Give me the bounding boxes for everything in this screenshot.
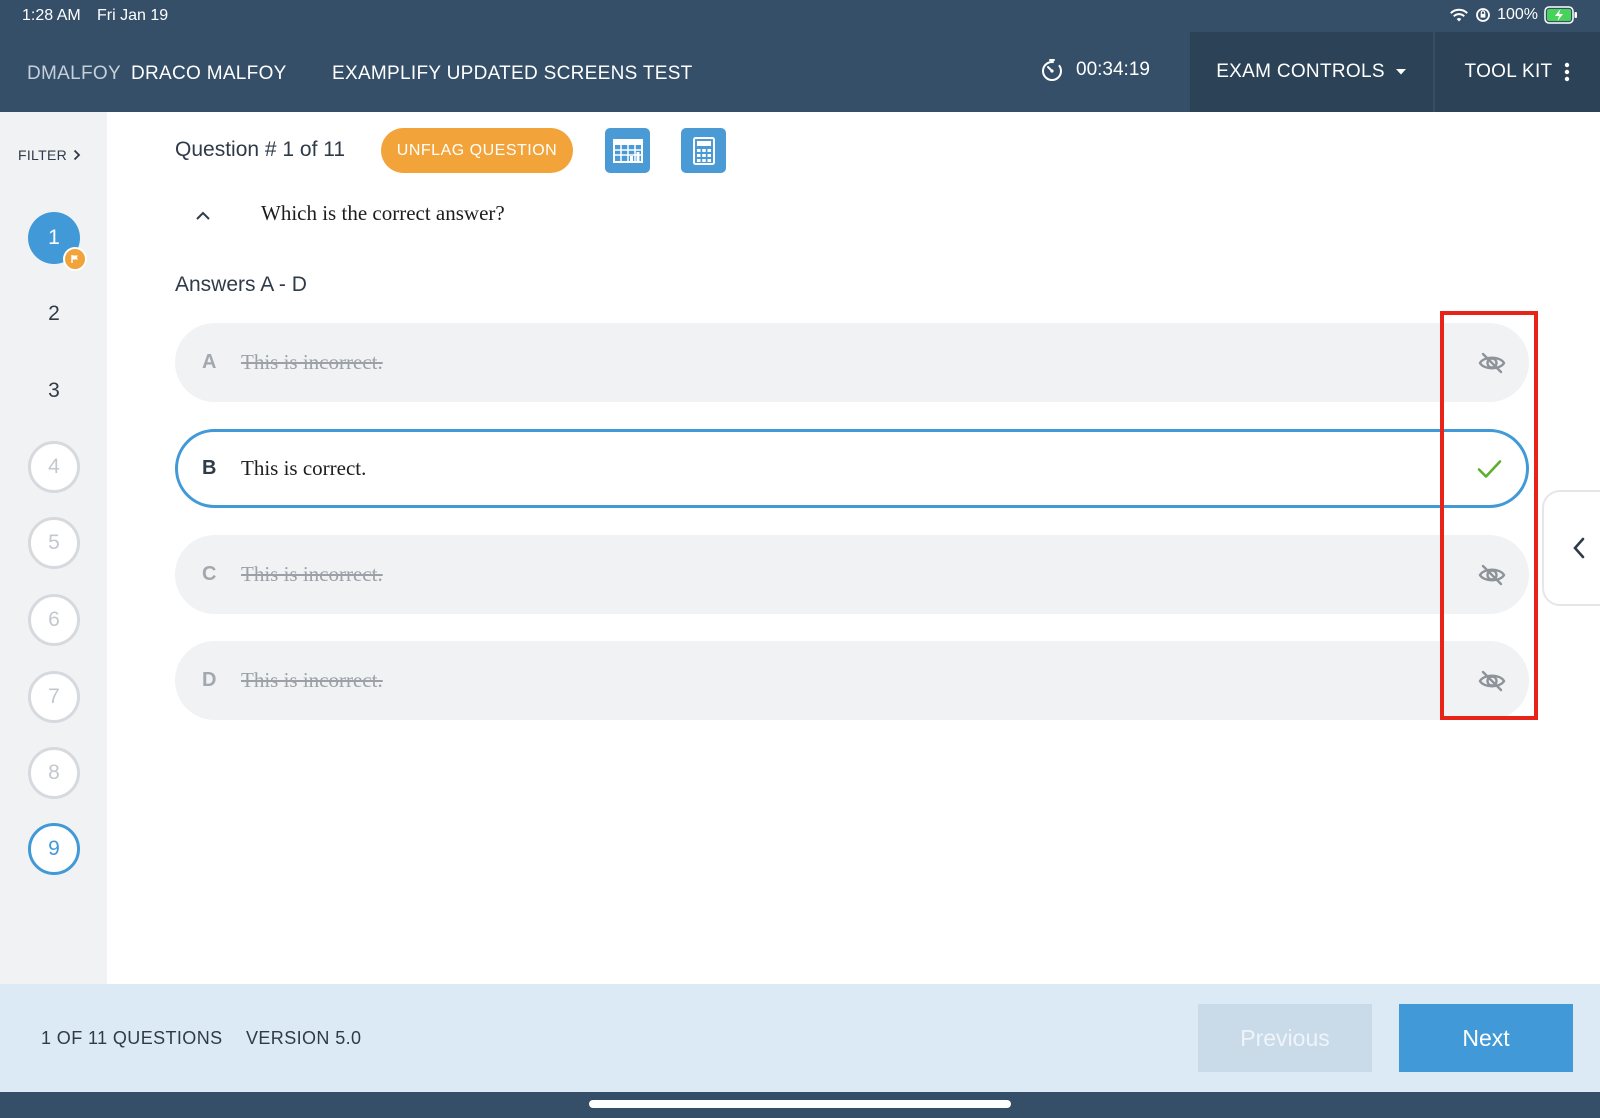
answer-letter: D — [202, 669, 217, 691]
wifi-icon — [1450, 8, 1468, 22]
spreadsheet-tool-button[interactable] — [605, 128, 650, 173]
exam-timer[interactable]: 00:34:19 — [1040, 58, 1150, 82]
answers-label: Answers A - D — [175, 273, 307, 296]
question-nav-number: 4 — [48, 455, 60, 478]
chevron-left-icon — [1573, 537, 1585, 559]
exam-title: EXAMPLIFY UPDATED SCREENS TEST — [332, 63, 693, 84]
question-text: Which is the correct answer? — [261, 201, 505, 225]
answer-text: This is incorrect. — [241, 350, 383, 374]
answer-option-a[interactable]: A This is incorrect. — [175, 323, 1529, 402]
orientation-lock-icon — [1476, 8, 1490, 22]
question-nav-5[interactable]: 5 — [28, 517, 80, 569]
question-nav-8[interactable]: 8 — [28, 747, 80, 799]
answer-option-d[interactable]: D This is incorrect. — [175, 641, 1529, 720]
flag-badge — [63, 247, 87, 271]
exam-controls-label: EXAM CONTROLS — [1216, 61, 1385, 82]
version-label: VERSION 5.0 — [246, 1028, 362, 1048]
question-nav-number: 1 — [48, 226, 60, 249]
user-id: DMALFOY — [27, 63, 121, 84]
chevron-up-icon[interactable] — [194, 209, 212, 223]
question-nav-sidebar: FILTER 1 2 3 4 5 6 7 8 9 — [0, 112, 107, 984]
question-count: 1 OF 11 QUESTIONS — [41, 1028, 223, 1048]
answer-letter: B — [202, 457, 217, 479]
filter-button[interactable]: FILTER — [18, 147, 81, 163]
question-nav-1[interactable]: 1 — [28, 212, 87, 271]
status-time: 1:28 AM — [22, 7, 81, 24]
status-indicators: 100% — [1449, 6, 1578, 24]
answer-letter: C — [202, 563, 217, 585]
toolkit-menu[interactable]: TOOL KIT — [1435, 32, 1600, 112]
question-nav-9[interactable]: 9 — [28, 823, 80, 875]
question-nav-4[interactable]: 4 — [28, 441, 80, 493]
caret-down-icon — [1395, 69, 1406, 75]
answer-text: This is correct. — [241, 456, 367, 480]
battery-charging-icon — [1544, 6, 1577, 24]
question-nav-number: 7 — [48, 685, 60, 708]
home-indicator[interactable] — [589, 1100, 1011, 1108]
eye-slash-icon[interactable] — [1477, 348, 1507, 378]
exam-header: DMALFOY DRACO MALFOY EXAMPLIFY UPDATED S… — [0, 32, 1600, 112]
side-panel-toggle[interactable] — [1542, 490, 1600, 606]
toolkit-label: TOOL KIT — [1464, 61, 1553, 82]
more-vertical-icon — [1565, 62, 1570, 82]
answer-text: This is incorrect. — [241, 668, 383, 692]
exam-controls-menu[interactable]: EXAM CONTROLS — [1190, 32, 1433, 112]
unflag-question-button[interactable]: UNFLAG QUESTION — [381, 128, 573, 173]
answer-letter: A — [202, 351, 217, 373]
answer-option-c[interactable]: C This is incorrect. — [175, 535, 1529, 614]
user-name: DRACO MALFOY — [131, 63, 287, 84]
status-date: Fri Jan 19 — [97, 7, 169, 24]
stopwatch-icon — [1042, 59, 1062, 81]
chevron-right-icon — [73, 149, 81, 161]
eye-slash-icon[interactable] — [1477, 666, 1507, 696]
filter-label: FILTER — [18, 147, 67, 163]
home-bar-area — [0, 1092, 1600, 1118]
answer-option-b[interactable]: B This is correct. — [175, 429, 1529, 508]
top-bar: 1:28 AM Fri Jan 19 100% DMALFOY DRACO MA… — [0, 0, 1600, 112]
eye-slash-icon[interactable] — [1477, 560, 1507, 590]
spreadsheet-icon — [612, 138, 643, 163]
question-nav-7[interactable]: 7 — [28, 671, 80, 723]
next-button[interactable]: Next — [1399, 1004, 1573, 1072]
question-nav-number: 8 — [48, 761, 60, 784]
timer-value: 00:34:19 — [1076, 59, 1150, 80]
question-nav-number: 5 — [48, 531, 60, 554]
question-nav-number: 3 — [48, 379, 60, 402]
answer-text: This is incorrect. — [241, 562, 383, 586]
previous-button[interactable]: Previous — [1198, 1004, 1372, 1072]
question-nav-number: 6 — [48, 608, 60, 631]
question-nav-number: 9 — [48, 837, 60, 860]
footer-bar: 1 OF 11 QUESTIONS VERSION 5.0 Previous N… — [0, 984, 1600, 1092]
flag-icon — [71, 255, 78, 263]
calculator-tool-button[interactable] — [681, 128, 726, 173]
question-nav-2[interactable]: 2 — [28, 288, 80, 340]
question-number: Question # 1 of 11 — [175, 138, 346, 161]
check-icon — [1477, 460, 1502, 478]
status-bar: 1:28 AM Fri Jan 19 100% — [0, 0, 1600, 32]
calculator-icon — [692, 136, 715, 165]
question-nav-6[interactable]: 6 — [28, 594, 80, 646]
question-nav-3[interactable]: 3 — [28, 365, 80, 417]
question-nav-number: 2 — [48, 302, 60, 325]
battery-percentage: 100% — [1497, 6, 1538, 23]
